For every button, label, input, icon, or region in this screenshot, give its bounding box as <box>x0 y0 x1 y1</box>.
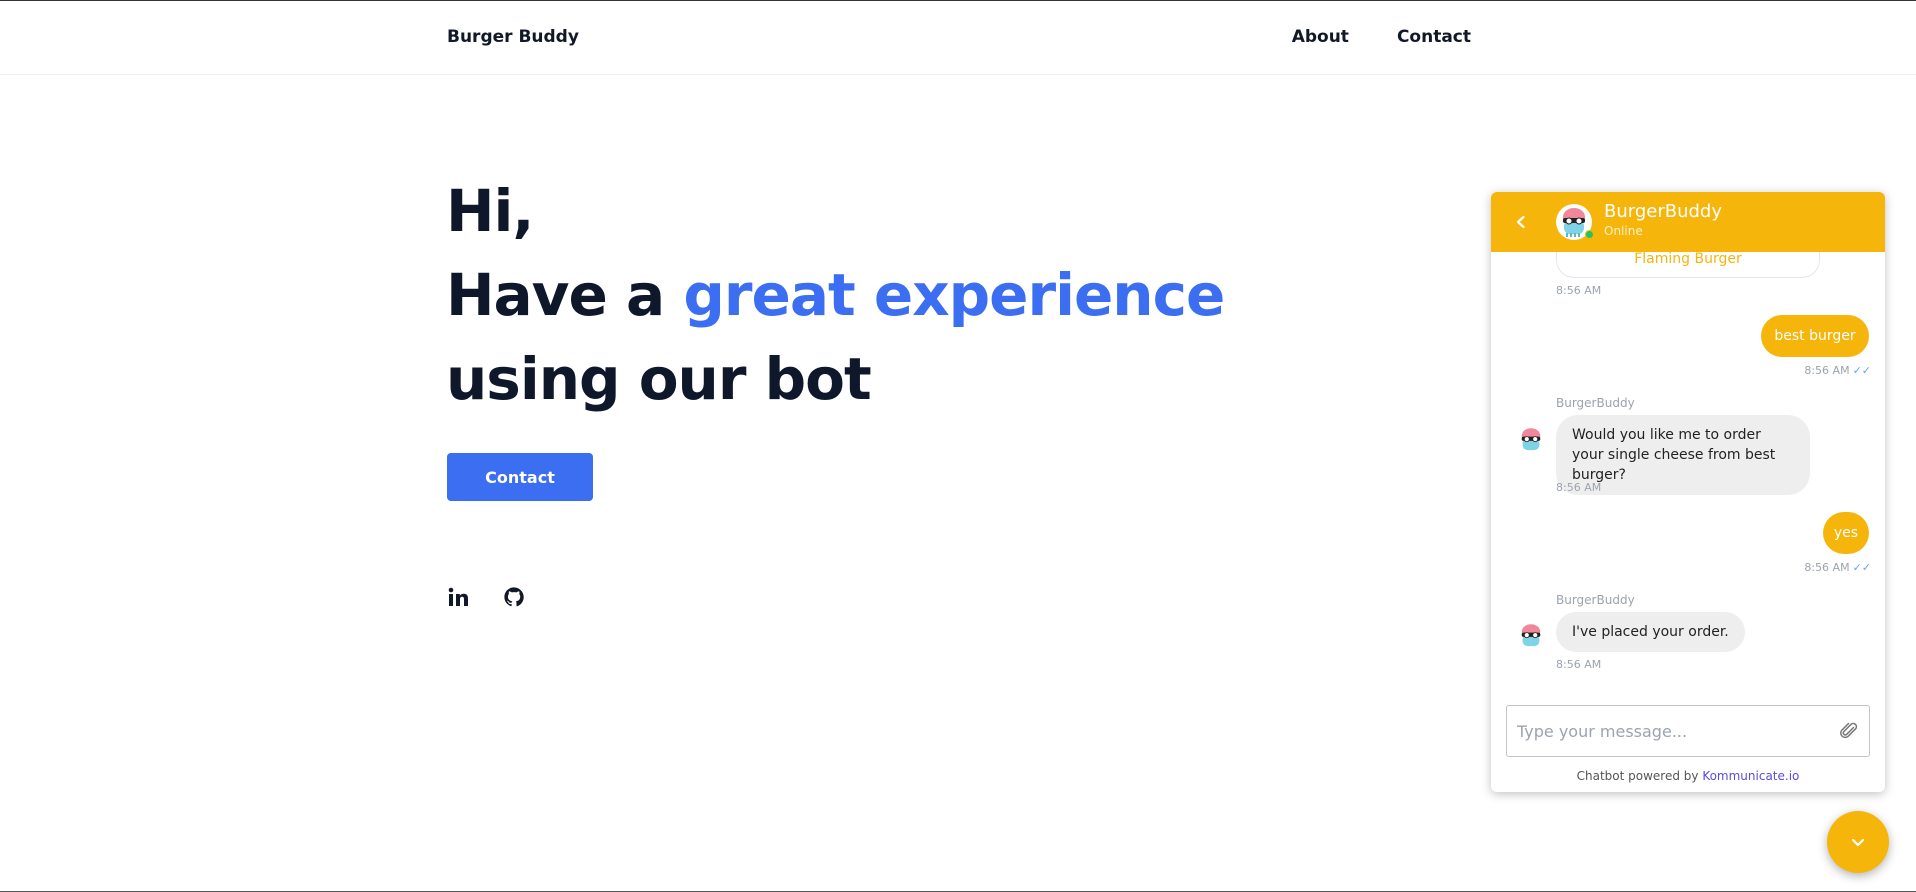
quick-reply-button[interactable]: Flaming Burger <box>1556 252 1820 278</box>
message-timestamp: 8:56 AM <box>1556 481 1602 494</box>
bot-message-avatar <box>1515 424 1547 456</box>
message-sender: BurgerBuddy <box>1556 396 1635 410</box>
message-timestamp: 8:56 AM ✓✓ <box>1804 364 1871 377</box>
chevron-down-icon <box>1851 838 1865 847</box>
user-message-bubble: yes <box>1823 512 1869 554</box>
timestamp-text: 8:56 AM <box>1804 364 1850 377</box>
page: Burger Buddy About Contact Hi, Have a gr… <box>0 0 1916 892</box>
bot-message-bubble: I've placed your order. <box>1556 612 1745 652</box>
back-button[interactable] <box>1509 210 1533 234</box>
user-message-bubble: best burger <box>1761 315 1869 357</box>
chevron-left-icon <box>1516 215 1525 229</box>
chat-header: BurgerBuddy Online <box>1491 192 1885 252</box>
message-input-box <box>1506 705 1870 757</box>
message-input[interactable] <box>1517 706 1827 756</box>
nav-link-contact[interactable]: Contact <box>1397 27 1471 47</box>
nav-link-about[interactable]: About <box>1292 27 1349 47</box>
hero-line-3: using our bot <box>446 345 872 413</box>
message-timestamp: 8:56 AM <box>1556 658 1602 671</box>
chat-widget: BurgerBuddy Online Flaming Burger 8:56 A… <box>1491 192 1885 792</box>
hero-line-2-prefix: Have a <box>446 261 684 329</box>
powered-by-text: Chatbot powered by <box>1576 769 1703 783</box>
contact-button[interactable]: Contact <box>447 453 593 501</box>
bot-status: Online <box>1604 224 1643 238</box>
double-check-icon: ✓✓ <box>1852 364 1871 377</box>
hero-heading: Hi, Have a great experience using our bo… <box>446 169 1225 421</box>
nav-links: About Contact <box>1292 27 1471 47</box>
github-icon[interactable] <box>503 586 525 608</box>
chat-toggle-button[interactable] <box>1827 811 1889 873</box>
bot-name: BurgerBuddy <box>1604 201 1723 222</box>
paperclip-icon[interactable] <box>1839 721 1859 741</box>
powered-by-footer: Chatbot powered by Kommunicate.io <box>1491 769 1885 783</box>
hero-accent-text: great experience <box>683 261 1225 329</box>
kommunicate-link[interactable]: Kommunicate.io <box>1702 769 1799 783</box>
top-nav: Burger Buddy About Contact <box>0 1 1916 75</box>
brand-logo-link[interactable]: Burger Buddy <box>447 27 579 47</box>
timestamp-text: 8:56 AM <box>1804 561 1850 574</box>
linkedin-icon[interactable] <box>447 586 469 608</box>
message-timestamp: 8:56 AM ✓✓ <box>1804 561 1871 574</box>
hero-line-2: Have a great experience <box>446 253 1225 337</box>
message-timestamp: 8:56 AM <box>1556 284 1602 297</box>
double-check-icon: ✓✓ <box>1852 561 1871 574</box>
hero-line-1: Hi, <box>446 177 534 245</box>
chat-messages: Flaming Burger 8:56 AM best burger 8:56 … <box>1491 252 1885 682</box>
social-links <box>447 586 525 608</box>
online-status-dot <box>1585 230 1594 239</box>
message-sender: BurgerBuddy <box>1556 593 1635 607</box>
bot-message-avatar <box>1515 620 1547 652</box>
